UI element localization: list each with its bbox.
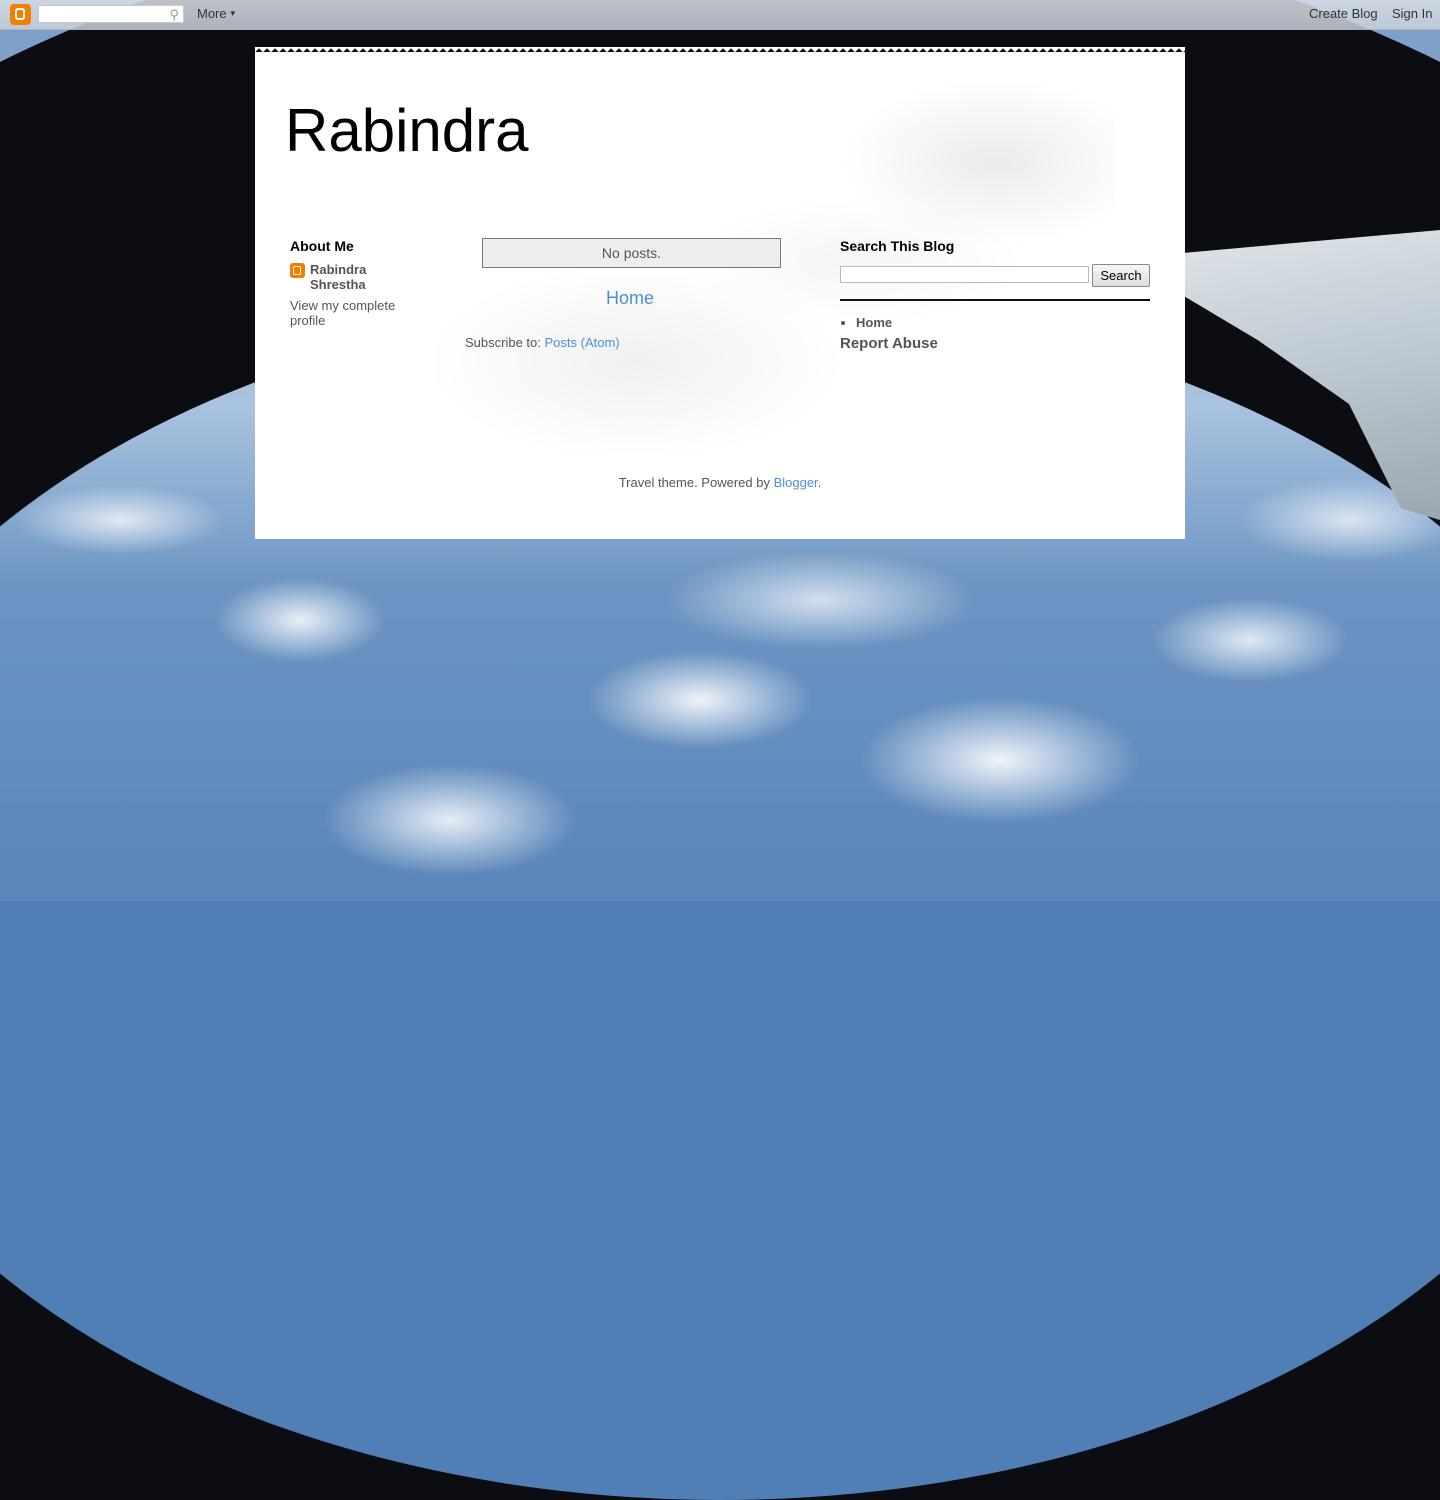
widget-divider xyxy=(840,299,1150,301)
profile-name-link[interactable]: Rabindra Shrestha xyxy=(310,262,420,292)
home-link[interactable]: Home xyxy=(465,288,795,309)
search-input[interactable] xyxy=(840,266,1089,283)
search-heading: Search This Blog xyxy=(840,238,955,254)
search-row: Search xyxy=(840,264,1150,288)
pages-list: Home xyxy=(840,315,1150,330)
search-button[interactable]: Search xyxy=(1092,264,1150,287)
blog-title[interactable]: Rabindra xyxy=(285,96,529,165)
footer-suffix: . xyxy=(817,475,822,490)
blogger-link[interactable]: Blogger xyxy=(774,475,818,490)
about-me-widget: About Me Rabindra Shrestha View my compl… xyxy=(290,238,420,328)
sign-in-link[interactable]: Sign In xyxy=(1392,6,1432,21)
more-menu-button[interactable]: More ▼ xyxy=(197,6,237,21)
blogger-profile-icon xyxy=(290,263,305,278)
no-posts-notice: No posts. xyxy=(482,238,781,268)
pages-item-home[interactable]: Home xyxy=(856,315,1150,330)
chevron-down-icon: ▼ xyxy=(226,9,237,18)
search-widget: Search This Blog Search Home Report Abus… xyxy=(840,238,1150,352)
create-blog-link[interactable]: Create Blog xyxy=(1309,6,1378,21)
profile-block: Rabindra Shrestha xyxy=(290,262,420,292)
posts-atom-link[interactable]: Posts (Atom) xyxy=(545,335,620,350)
report-abuse-link[interactable]: Report Abuse xyxy=(840,335,1150,352)
blogger-logo-icon[interactable] xyxy=(10,4,31,25)
main-column: No posts. Home Subscribe to: Posts (Atom… xyxy=(465,238,795,350)
magnifier-icon[interactable]: ⚲ xyxy=(169,7,179,23)
view-profile-link[interactable]: View my complete profile xyxy=(290,298,420,328)
more-label: More xyxy=(197,6,227,21)
navbar-search-input[interactable]: ⚲ xyxy=(38,5,184,23)
about-me-heading: About Me xyxy=(290,238,354,254)
footer: Travel theme. Powered by Blogger. xyxy=(255,475,1185,490)
subscribe-label: Subscribe to: xyxy=(465,335,541,350)
subscribe-line: Subscribe to: Posts (Atom) xyxy=(465,335,795,350)
blogger-navbar: ⚲ More ▼ Create Blog Sign In xyxy=(0,0,1440,30)
footer-text: Travel theme. Powered by xyxy=(618,475,774,490)
